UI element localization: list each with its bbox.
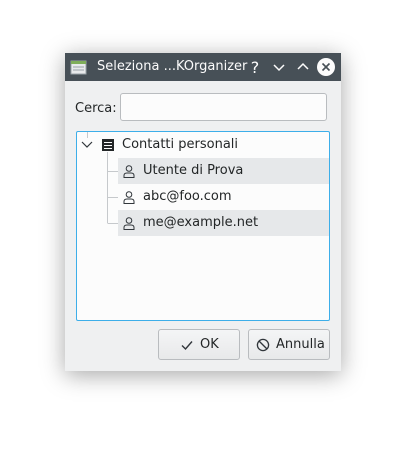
help-icon[interactable]: ? (245, 57, 265, 77)
ok-button[interactable]: OK (158, 329, 240, 360)
window-title: Seleziona ...KOrganizer (97, 59, 248, 74)
contact-label: Utente di Prova (143, 163, 244, 178)
search-input[interactable] (120, 93, 327, 121)
contacts-tree[interactable]: Contatti personali Utente di Prova abc@f… (76, 131, 330, 321)
contact-item[interactable]: Utente di Prova (118, 158, 329, 184)
checkmark-icon (181, 341, 193, 351)
cancel-button[interactable]: Annulla (248, 329, 330, 360)
contact-label: me@example.net (143, 215, 259, 230)
ok-button-label: OK (200, 337, 219, 352)
contact-item[interactable]: abc@foo.com (118, 184, 329, 210)
tree-item-label: Contatti personali (122, 137, 239, 152)
contact-selection-dialog: Seleziona ...KOrganizer ? Cerca: Contatt… (65, 53, 341, 371)
svg-text:?: ? (251, 58, 260, 77)
calendar-app-icon (70, 60, 87, 75)
search-label: Cerca: (75, 101, 117, 116)
person-icon (123, 217, 135, 230)
contact-item[interactable]: me@example.net (118, 210, 329, 236)
person-icon (123, 191, 135, 204)
cancel-icon (256, 338, 270, 352)
person-icon (123, 165, 135, 178)
cancel-button-label: Annulla (276, 337, 325, 352)
contact-label: abc@foo.com (143, 189, 232, 204)
address-book-icon (102, 139, 114, 151)
minimize-icon[interactable] (269, 57, 289, 77)
chevron-down-icon[interactable] (81, 140, 93, 150)
tree-item-personal-contacts[interactable]: Contatti personali (77, 132, 329, 158)
title-bar[interactable]: Seleziona ...KOrganizer ? (65, 53, 341, 81)
screen: Seleziona ...KOrganizer ? Cerca: Contatt… (0, 0, 406, 449)
maximize-icon[interactable] (293, 57, 313, 77)
close-icon[interactable] (316, 57, 336, 77)
